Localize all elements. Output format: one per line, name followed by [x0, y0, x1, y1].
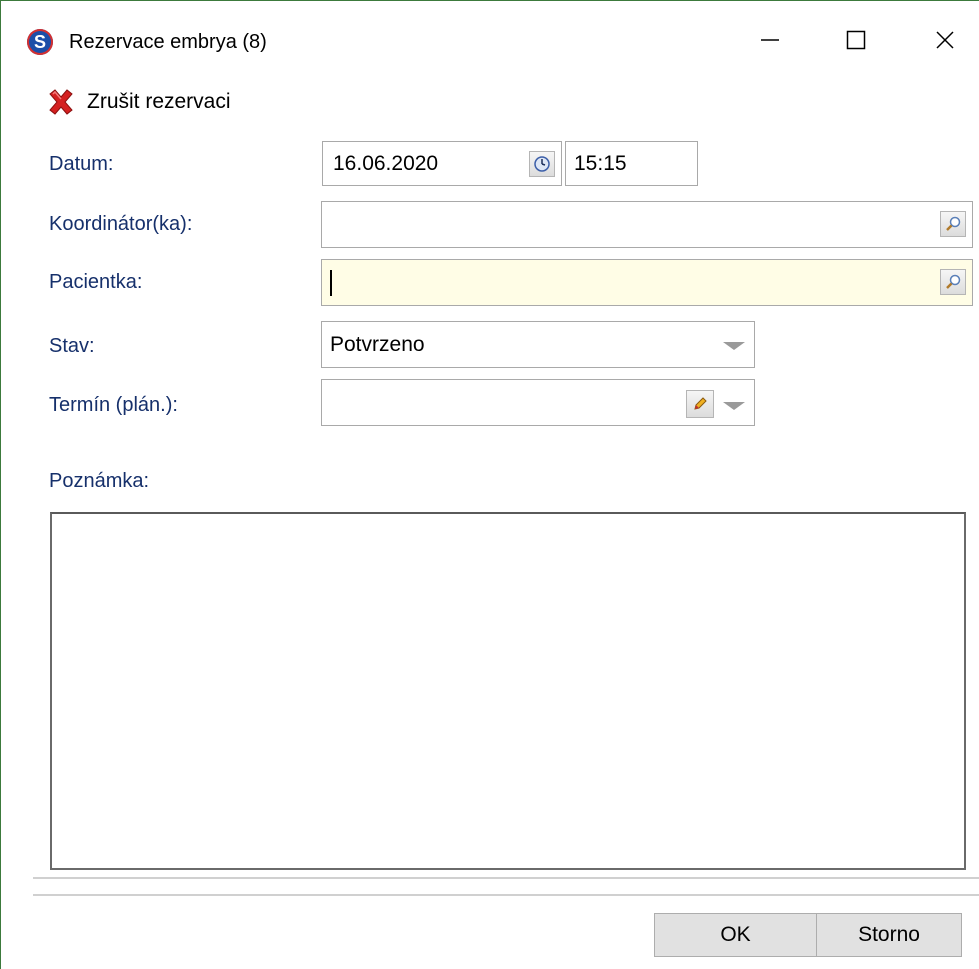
date-input[interactable]: 16.06.2020 — [322, 141, 562, 186]
pacientka-label: Pacientka: — [49, 271, 143, 293]
stav-label: Stav: — [49, 335, 95, 357]
magnifier-icon — [946, 216, 961, 231]
koordinator-lookup-button[interactable] — [940, 211, 966, 237]
maximize-icon — [846, 30, 866, 50]
poznamka-textarea[interactable] — [50, 512, 966, 870]
chevron-down-icon — [723, 402, 745, 410]
koordinator-input[interactable] — [321, 201, 973, 248]
clock-icon — [534, 156, 550, 172]
minimize-icon — [761, 39, 779, 41]
close-button[interactable] — [917, 19, 973, 61]
storno-button[interactable]: Storno — [816, 913, 962, 957]
cancel-reservation-button[interactable]: Zrušit rezervaci — [45, 85, 231, 119]
date-picker-button[interactable] — [529, 151, 555, 177]
pencil-icon — [694, 397, 707, 410]
minimize-button[interactable] — [742, 19, 798, 61]
maximize-button[interactable] — [828, 19, 884, 61]
pacientka-lookup-button[interactable] — [940, 269, 966, 295]
chevron-down-icon — [723, 342, 745, 350]
title-bar[interactable]: S Rezervace embrya (8) — [1, 1, 979, 79]
poznamka-label: Poznámka: — [49, 470, 150, 492]
text-cursor — [330, 269, 332, 296]
termin-edit-button[interactable] — [686, 390, 714, 418]
time-input[interactable]: 15:15 — [565, 141, 698, 186]
ok-button[interactable]: OK — [654, 913, 817, 957]
koordinator-label: Koordinátor(ka): — [49, 213, 193, 235]
window-title: Rezervace embrya (8) — [69, 31, 267, 53]
red-x-icon — [49, 89, 73, 115]
divider — [33, 894, 979, 896]
cancel-reservation-label: Zrušit rezervaci — [87, 90, 231, 113]
app-logo-icon: S — [27, 29, 53, 55]
dialog-window: S Rezervace embrya (8) Zrušit rezervaci … — [0, 0, 979, 969]
datum-label: Datum: — [49, 153, 114, 175]
magnifier-icon — [946, 274, 961, 289]
date-value: 16.06.2020 — [333, 151, 439, 175]
stav-selected: Potvrzeno — [330, 332, 425, 356]
close-icon — [936, 31, 954, 49]
divider — [33, 877, 979, 879]
time-value: 15:15 — [574, 151, 627, 175]
termin-select[interactable] — [321, 379, 755, 426]
pacientka-input[interactable] — [321, 259, 973, 306]
stav-select[interactable]: Potvrzeno — [321, 321, 755, 368]
termin-label: Termín (plán.): — [49, 394, 178, 416]
